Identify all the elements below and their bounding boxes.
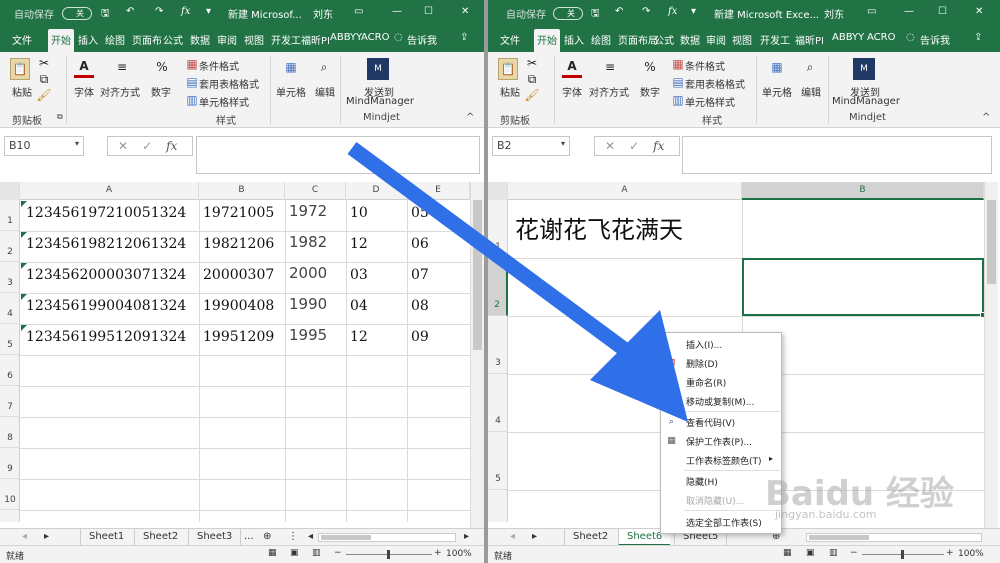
arrow-shaft [347,141,633,359]
watermark-url: jingyan.baidu.com [775,508,877,521]
